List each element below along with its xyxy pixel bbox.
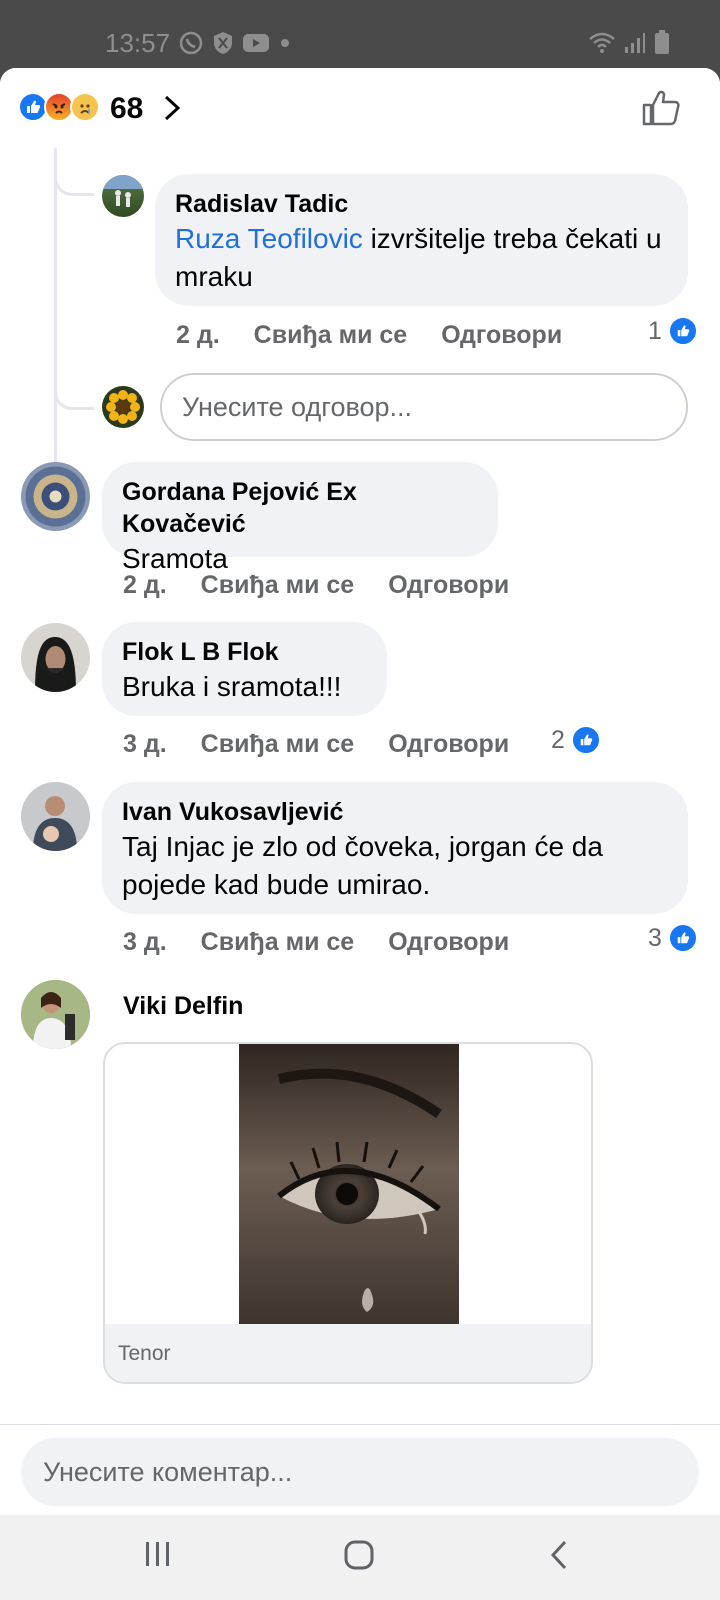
like-button[interactable]: Свиђа ми се bbox=[254, 321, 408, 350]
sad-reaction-icon bbox=[70, 92, 100, 122]
like-badge-icon bbox=[667, 316, 698, 346]
thread-line bbox=[54, 148, 57, 480]
comment-time[interactable]: 3 д. bbox=[123, 730, 167, 759]
chevron-right-icon[interactable] bbox=[163, 94, 181, 122]
comment-text: Taj Injac je zlo od čoveka, jorgan će da… bbox=[122, 831, 603, 900]
comment-like-count[interactable]: 3 bbox=[648, 923, 698, 953]
like-badge-icon bbox=[667, 923, 698, 953]
comment-bubble[interactable]: Radislav Tadic Ruza Teofilovic izvršitel… bbox=[155, 174, 688, 306]
status-bar: 13:57 bbox=[0, 0, 720, 70]
like-count-number: 1 bbox=[648, 316, 662, 345]
comment-like-count[interactable]: 1 bbox=[648, 316, 698, 346]
comment-time[interactable]: 2 д. bbox=[123, 571, 167, 600]
user-avatar bbox=[102, 386, 144, 428]
comment-bubble[interactable]: Flok L B Flok Bruka i sramota!!! bbox=[102, 622, 387, 716]
comment-time[interactable]: 2 д. bbox=[176, 321, 220, 350]
comment-text: Bruka i sramota!!! bbox=[122, 671, 342, 702]
home-icon[interactable] bbox=[343, 1539, 375, 1571]
comment-author[interactable]: Ivan Vukosavljević bbox=[122, 796, 668, 828]
dot-icon bbox=[281, 39, 289, 47]
reply-button[interactable]: Одговори bbox=[441, 321, 562, 350]
thumbs-up-icon[interactable] bbox=[642, 90, 680, 126]
comment-actions: 3 д. Свиђа ми се Одговори bbox=[123, 730, 509, 759]
youtube-icon bbox=[243, 34, 269, 52]
avatar[interactable] bbox=[21, 462, 90, 531]
thread-connector bbox=[54, 370, 94, 410]
signal-icon bbox=[625, 33, 645, 53]
comment-time[interactable]: 3 д. bbox=[123, 928, 167, 957]
like-count-number: 2 bbox=[551, 725, 565, 754]
like-count-number: 3 bbox=[648, 923, 662, 952]
comment-author[interactable]: Viki Delfin bbox=[123, 990, 243, 1022]
back-icon[interactable] bbox=[548, 1539, 570, 1571]
viber-icon bbox=[179, 31, 203, 55]
comment-actions: 3 д. Свиђа ми се Одговори bbox=[123, 928, 509, 957]
comment-author[interactable]: Flok L B Flok bbox=[122, 636, 367, 668]
gif-image[interactable] bbox=[239, 1044, 459, 1324]
avatar[interactable] bbox=[102, 175, 144, 217]
comment-author[interactable]: Radislav Tadic bbox=[175, 188, 668, 220]
like-badge-icon bbox=[570, 725, 601, 755]
recents-icon[interactable] bbox=[143, 1539, 173, 1569]
comment-input[interactable]: Унесите коментар... bbox=[21, 1438, 699, 1506]
comment-like-count[interactable]: 2 bbox=[551, 725, 601, 755]
reaction-icons[interactable] bbox=[18, 92, 100, 122]
comment-actions: 2 д. Свиђа ми се Одговори bbox=[176, 321, 562, 350]
comment-bubble[interactable]: Ivan Vukosavljević Taj Injac je zlo od č… bbox=[102, 782, 688, 914]
like-button[interactable]: Свиђа ми се bbox=[201, 928, 355, 957]
reply-input[interactable]: Унесите одговор... bbox=[160, 373, 688, 441]
avatar[interactable] bbox=[21, 782, 90, 851]
avatar[interactable] bbox=[21, 623, 90, 692]
comment-text: Ruza Teofilovic izvršitelje treba čekati… bbox=[175, 220, 668, 296]
gif-attachment[interactable]: Tenor bbox=[103, 1042, 593, 1384]
reply-button[interactable]: Одговори bbox=[388, 928, 509, 957]
comment-composer: Унесите коментар... bbox=[0, 1424, 720, 1515]
like-button[interactable]: Свиђа ми се bbox=[201, 730, 355, 759]
wifi-icon bbox=[589, 32, 615, 53]
gif-source-label: Tenor bbox=[105, 1324, 591, 1382]
system-icons bbox=[588, 30, 670, 54]
navigation-bar bbox=[0, 1515, 720, 1600]
notification-icons bbox=[178, 30, 292, 56]
avatar[interactable] bbox=[21, 980, 90, 1049]
shield-icon bbox=[214, 32, 232, 54]
reactions-header: 68 bbox=[0, 68, 720, 148]
reaction-count[interactable]: 68 bbox=[110, 92, 143, 126]
thread-connector bbox=[54, 156, 94, 196]
status-time: 13:57 bbox=[105, 28, 171, 58]
comment-bubble[interactable]: Gordana Pejović Ex Kovačević Sramota bbox=[102, 462, 498, 574]
like-button[interactable]: Свиђа ми се bbox=[201, 571, 355, 600]
comment-actions: 2 д. Свиђа ми се Одговори bbox=[123, 571, 509, 600]
mention-link[interactable]: Ruza Teofilovic bbox=[175, 223, 363, 254]
battery-icon bbox=[655, 30, 669, 54]
reply-button[interactable]: Одговори bbox=[388, 571, 509, 600]
reply-button[interactable]: Одговори bbox=[388, 730, 509, 759]
comment-author[interactable]: Gordana Pejović Ex Kovačević bbox=[122, 476, 478, 540]
comments-sheet: 68 Radislav Tadic Ruza Teofilovic izvrši… bbox=[0, 68, 720, 1515]
